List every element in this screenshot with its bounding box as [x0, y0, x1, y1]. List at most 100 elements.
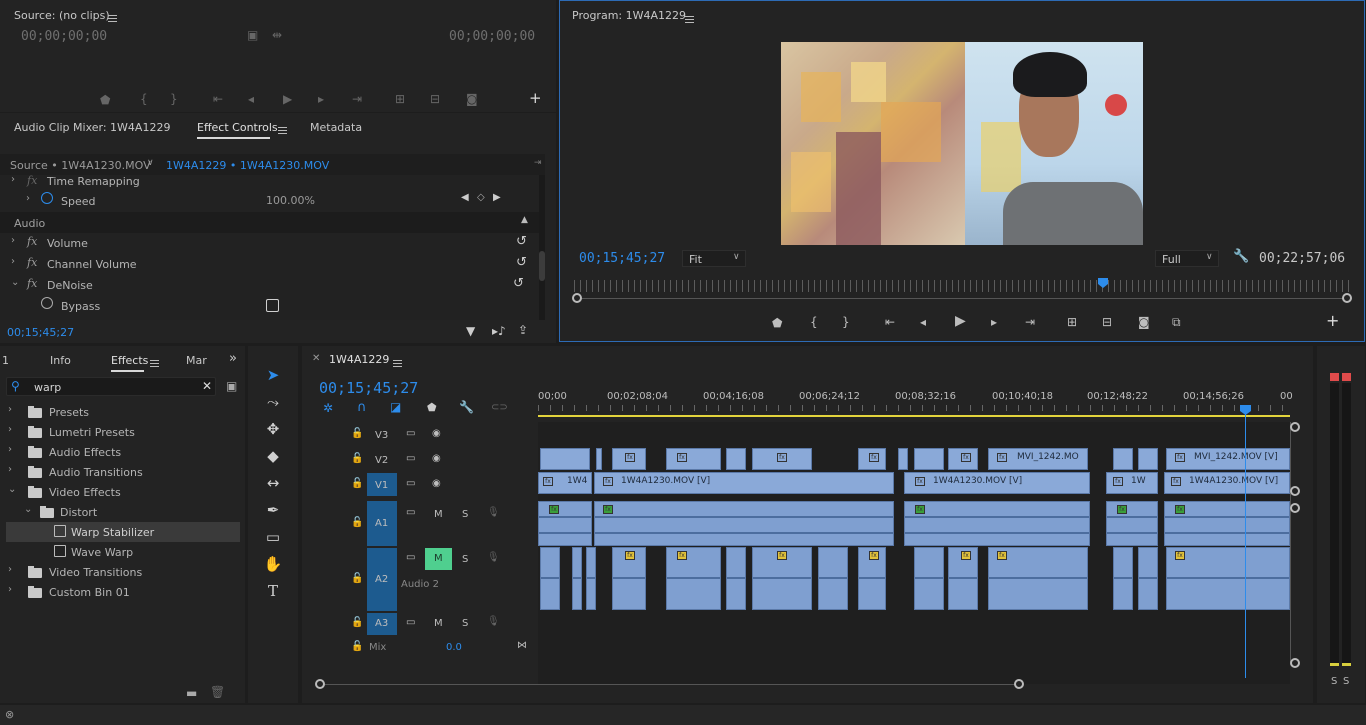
timeline-view-icon[interactable]: ⇥ [534, 158, 542, 168]
quality-dropdown[interactable]: Full ∨ [1155, 250, 1219, 267]
more-tabs-icon[interactable]: » [229, 351, 237, 366]
clip[interactable]: fx [752, 448, 812, 470]
add-button-icon[interactable]: + [1326, 313, 1339, 329]
horizontal-zoom-track[interactable] [320, 684, 1020, 685]
microphone-icon[interactable]: 🎙 [487, 616, 500, 627]
snap-icon[interactable]: ∩ [357, 400, 367, 415]
tab-info[interactable]: Info [50, 354, 71, 367]
audio-clip[interactable] [726, 547, 746, 610]
sync-lock-icon[interactable]: ▭ [406, 507, 415, 518]
close-tab-icon[interactable]: ✕ [312, 353, 320, 364]
clip[interactable]: fx [612, 448, 646, 470]
overwrite-icon[interactable]: ⊟ [430, 92, 440, 106]
comparison-view-icon[interactable]: ⧉ [1172, 315, 1181, 329]
go-to-out-icon[interactable]: ⇥ [352, 92, 362, 106]
vertical-zoom-handle[interactable] [1290, 486, 1300, 496]
fx-icon[interactable]: fx [27, 256, 37, 269]
go-to-out-icon[interactable]: ⇥ [1025, 315, 1035, 329]
audio-clip[interactable]: fx [904, 501, 1090, 546]
export-icon[interactable]: ⇪ [518, 323, 528, 337]
panel-menu-icon[interactable] [685, 15, 694, 23]
nest-icon[interactable]: ✲ [323, 401, 333, 415]
reset-icon[interactable]: ↺ [513, 276, 524, 291]
mute-button[interactable]: M [434, 618, 443, 629]
audio-clip[interactable] [540, 547, 560, 610]
solo-left-button[interactable]: S [1331, 676, 1337, 687]
chevron-down-icon[interactable]: ⌄ [8, 484, 16, 495]
chevron-down-icon[interactable]: ∨ [147, 158, 154, 168]
mute-button-active[interactable]: M [425, 548, 452, 570]
clip[interactable] [1113, 448, 1133, 470]
chevron-right-icon[interactable]: › [8, 564, 12, 575]
effects-tree-item[interactable]: ⌄ Distort [6, 502, 240, 522]
audio-clip[interactable]: fx [538, 501, 592, 546]
clip-indicator-right[interactable] [1342, 373, 1351, 381]
audio-clip[interactable]: fx [594, 501, 894, 546]
bypass-checkbox[interactable] [266, 299, 279, 312]
clip[interactable]: fx MVI_1242.MO [988, 448, 1088, 470]
insert-icon[interactable]: ⊞ [395, 92, 405, 106]
clip[interactable]: fx [666, 448, 721, 470]
solo-right-button[interactable]: S [1343, 676, 1349, 687]
extract-icon[interactable]: ⊟ [1102, 315, 1112, 329]
audio-clip[interactable] [1113, 547, 1133, 610]
clip[interactable] [540, 448, 590, 470]
mix-value[interactable]: 0.0 [446, 642, 462, 653]
new-bin-icon[interactable]: ▣ [226, 379, 237, 393]
clip[interactable]: fx 1W4A1230.MOV [V] [1164, 472, 1290, 494]
audio-clip[interactable]: fx [1106, 501, 1158, 546]
chevron-right-icon[interactable]: › [11, 235, 15, 246]
audio-clip[interactable]: fx [948, 547, 978, 610]
effects-tree-item[interactable]: › Presets [6, 402, 240, 422]
timeline-timecode[interactable]: 00;15;45;27 [319, 379, 418, 397]
panel-menu-icon[interactable] [393, 359, 402, 367]
filter-icon[interactable]: ▼ [466, 324, 475, 338]
microphone-icon[interactable]: 🎙 [487, 507, 500, 518]
add-button-icon[interactable]: + [529, 91, 542, 106]
eye-icon[interactable]: ◉ [432, 453, 441, 464]
step-back-icon[interactable]: ◂ [920, 315, 926, 329]
clip[interactable]: fx [858, 448, 886, 470]
tab-effects[interactable]: Effects [111, 354, 148, 367]
microphone-icon[interactable]: 🎙 [487, 552, 500, 563]
creative-cloud-icon[interactable]: ⊗ [5, 708, 14, 721]
audio-clip[interactable] [818, 547, 848, 610]
audio-clip[interactable] [586, 547, 596, 610]
solo-button[interactable]: S [462, 618, 468, 629]
clip[interactable] [1138, 448, 1158, 470]
sync-lock-icon[interactable]: ▭ [406, 453, 415, 464]
effects-tree-item[interactable]: › Video Transitions [6, 562, 240, 582]
lift-icon[interactable]: ⊞ [1067, 315, 1077, 329]
tab-metadata[interactable]: Metadata [310, 121, 362, 134]
audio-clip[interactable]: fx [752, 547, 812, 610]
zoom-handle-right[interactable] [1342, 293, 1352, 303]
sync-lock-icon[interactable]: ▭ [406, 552, 415, 563]
type-tool-icon[interactable]: T [263, 581, 283, 601]
vertical-zoom-track[interactable] [1290, 422, 1291, 662]
horizontal-zoom-handle[interactable] [315, 679, 325, 689]
panel-menu-icon[interactable] [108, 14, 117, 22]
vertical-zoom-handle[interactable] [1290, 422, 1300, 432]
audio-clip[interactable] [572, 547, 582, 610]
go-to-in-icon[interactable]: ⇤ [885, 315, 895, 329]
effects-search-input[interactable]: ⚲ warp ✕ [6, 377, 216, 396]
chevron-right-icon[interactable]: › [11, 256, 15, 267]
effects-tree-item[interactable]: › Audio Effects [6, 442, 240, 462]
audio-clip[interactable] [914, 547, 944, 610]
prev-keyframe-icon[interactable]: ◀ [461, 192, 469, 203]
step-back-icon[interactable]: ◂ [248, 92, 254, 106]
chevron-right-icon[interactable]: › [8, 464, 12, 475]
wrench-icon[interactable]: 🔧 [459, 400, 474, 414]
clip[interactable]: fx 1W4A1230.MOV [V] [594, 472, 894, 494]
mark-in-icon[interactable]: { [810, 315, 818, 329]
hand-tool-icon[interactable]: ✋ [263, 554, 283, 574]
panel-menu-icon[interactable] [150, 359, 159, 367]
timeline-ruler[interactable]: 00;00 00;02;08;04 00;04;16;08 00;06;24;12 00… [538, 388, 1293, 418]
horizontal-zoom-handle[interactable] [1014, 679, 1024, 689]
mark-out-icon[interactable]: } [842, 315, 850, 329]
insert-edit-icon[interactable]: ⇹ [272, 28, 282, 42]
clip[interactable]: fx 1W4 [538, 472, 592, 494]
work-area-bar[interactable] [538, 415, 1290, 417]
chevron-right-icon[interactable]: › [11, 175, 15, 185]
slip-tool-icon[interactable]: ↔ [263, 473, 283, 493]
